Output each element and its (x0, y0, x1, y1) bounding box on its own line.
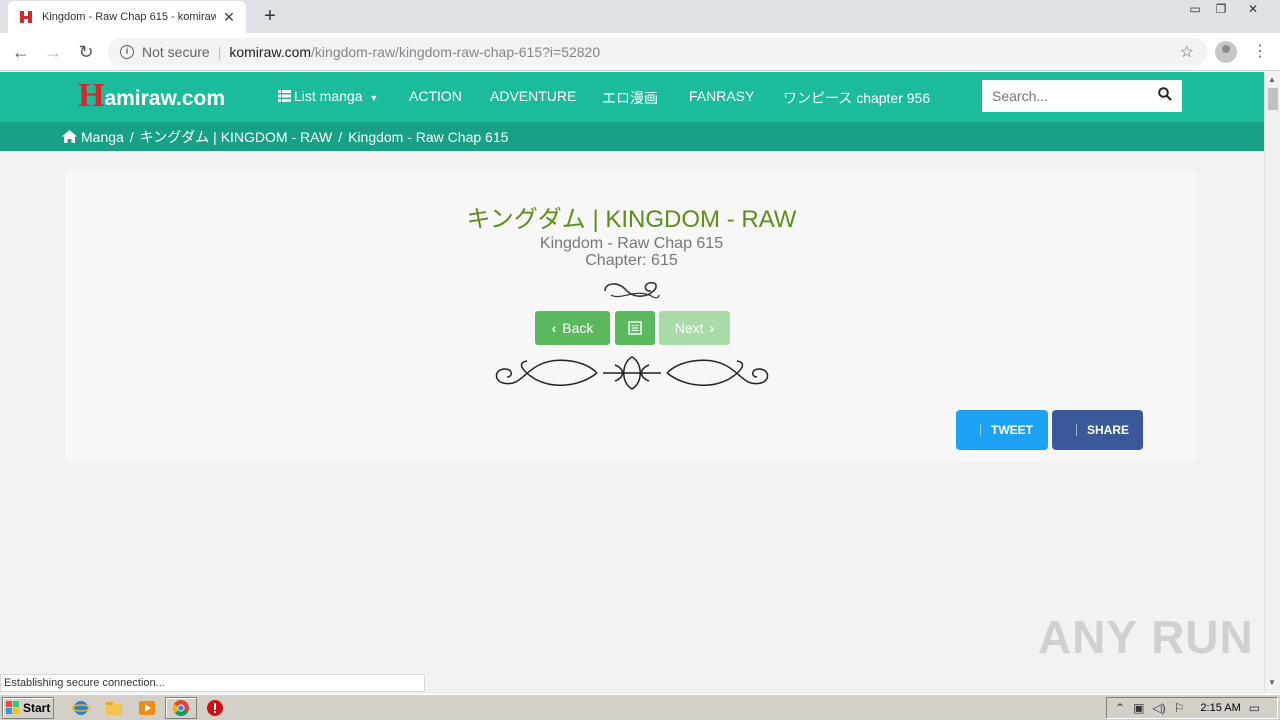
windows-flag-icon (6, 701, 19, 714)
share-divider (1076, 424, 1077, 436)
tweet-button[interactable]: TWEET (956, 410, 1048, 450)
forward-arrow-icon[interactable]: → (42, 41, 64, 63)
profile-avatar-icon[interactable] (1215, 41, 1237, 63)
taskbar-clock[interactable]: 2:15 AM (1200, 702, 1240, 714)
start-label: Start (23, 701, 51, 715)
divider-ornament-icon (495, 356, 769, 390)
menu-ero[interactable]: エロ漫画 (602, 88, 658, 108)
window-close-icon[interactable]: ✕ (1240, 0, 1266, 18)
menu-list-manga-label: List manga (294, 88, 363, 104)
list-alt-icon (628, 321, 642, 335)
breadcrumb-chapter[interactable]: Kingdom - Raw Chap 615 (348, 129, 508, 145)
start-button[interactable]: Start (2, 697, 54, 719)
browser-menu-icon[interactable]: ⋮ (1252, 41, 1268, 63)
scroll-thumb[interactable] (1268, 88, 1278, 110)
anyrun-watermark: ANY RUN (1038, 611, 1254, 663)
browser-toolbar: ← → ↻ i Not secure | komiraw.com/kingdom… (0, 33, 1280, 71)
url-host: komiraw.com (229, 44, 312, 60)
logo-text: amiraw.com (104, 87, 226, 110)
scroll-down-icon[interactable]: ▼ (1268, 678, 1276, 687)
search-icon[interactable] (1158, 87, 1172, 101)
breadcrumb-separator: / (129, 128, 134, 145)
address-bar[interactable]: i Not secure | komiraw.com/kingdom-raw/k… (108, 38, 1208, 66)
breadcrumb-series[interactable]: キングダム | KINGDOM - RAW (140, 127, 332, 147)
tab-close-icon[interactable]: ✕ (222, 9, 236, 26)
search-input[interactable] (992, 88, 1152, 104)
menu-list-manga[interactable]: List manga ▼ (278, 88, 378, 104)
list-icon (278, 90, 291, 102)
chevron-left-icon: ‹ (551, 320, 557, 336)
volume-icon[interactable]: ◁) (1152, 701, 1165, 715)
tray-expand-icon[interactable]: ⌃ (1115, 701, 1125, 715)
menu-adventure[interactable]: ADVENTURE (490, 88, 576, 104)
url-path: /kingdom-raw/kingdom-raw-chap-615?i=5282… (311, 44, 601, 60)
chapter-number: Chapter: 615 (585, 252, 678, 269)
breadcrumb-manga[interactable]: Manga (81, 129, 124, 145)
minimize-icon[interactable]: ▭ (1182, 0, 1208, 18)
menu-onepiece[interactable]: ワンピース chapter 956 (783, 88, 930, 108)
windows-taskbar: Start ⌃ ▣ ◁) ⚐ 2:15 AM ▭ (0, 694, 1280, 720)
chapter-name: Kingdom - Raw Chap 615 (539, 235, 724, 252)
back-arrow-icon[interactable]: ← (10, 41, 32, 63)
chapter-card: キングダム | KINGDOM - RAW Kingdom - Raw Chap… (66, 171, 1197, 461)
chevron-right-icon: › (709, 320, 715, 336)
back-button-label: Back (562, 320, 594, 336)
next-button[interactable]: Next › (659, 311, 730, 345)
browser-status-bubble: Establishing secure connection... (0, 674, 425, 692)
show-desktop-icon[interactable]: ▭ (1249, 701, 1260, 715)
menu-fanrasy[interactable]: FANRASY (689, 88, 754, 104)
reload-icon[interactable]: ↻ (75, 41, 97, 63)
flourish-ornament-icon (604, 281, 660, 299)
page-scrollbar[interactable]: ▲ ▼ (1264, 72, 1280, 692)
site-navbar: H amiraw.com List manga ▼ ACTION ADVENTU… (0, 72, 1264, 122)
file-explorer-icon[interactable] (105, 699, 123, 717)
menu-action[interactable]: ACTION (409, 88, 462, 104)
chrome-taskbar-button[interactable] (165, 697, 197, 719)
new-tab-button[interactable]: + (260, 5, 280, 27)
share-button[interactable]: SHARE (1052, 410, 1143, 450)
system-tray: ⌃ ▣ ◁) ⚐ 2:15 AM ▭ (1106, 697, 1278, 719)
security-label: Not secure (142, 44, 210, 60)
info-icon[interactable]: i (120, 45, 134, 59)
chrome-icon (173, 700, 189, 716)
next-button-label: Next (674, 320, 704, 336)
site-logo[interactable]: H amiraw.com (78, 77, 226, 114)
share-label: SHARE (1087, 423, 1130, 437)
search-box (982, 80, 1182, 112)
logo-letter: H (78, 77, 105, 114)
internet-explorer-icon[interactable] (72, 699, 90, 717)
tweet-label: TWEET (991, 423, 1033, 437)
manga-title: キングダム | KINGDOM - RAW (466, 206, 797, 233)
caret-down-icon: ▼ (369, 93, 379, 103)
breadcrumb: Manga / キングダム | KINGDOM - RAW / Kingdom … (0, 122, 1264, 151)
browser-tabstrip: Kingdom - Raw Chap 615 - komiraw.c ✕ + ▭… (0, 0, 1280, 33)
network-icon[interactable]: ▣ (1133, 701, 1144, 715)
tweet-divider (980, 424, 981, 436)
action-center-flag-icon[interactable]: ⚐ (1174, 701, 1185, 715)
bookmark-star-icon[interactable]: ☆ (1180, 42, 1194, 62)
restore-icon[interactable]: ❐ (1208, 0, 1234, 18)
chapter-list-button[interactable] (615, 311, 655, 345)
media-player-icon[interactable] (138, 699, 156, 717)
browser-tab[interactable]: Kingdom - Raw Chap 615 - komiraw.c ✕ (8, 1, 246, 33)
scroll-up-icon[interactable]: ▲ (1268, 75, 1276, 84)
home-icon[interactable] (62, 130, 77, 143)
site-favicon-icon (20, 11, 32, 23)
omnibox-separator: | (217, 44, 222, 60)
tab-title: Kingdom - Raw Chap 615 - komiraw.c (42, 11, 216, 23)
stop-app-icon[interactable] (206, 699, 224, 717)
back-button[interactable]: ‹ Back (535, 311, 610, 345)
breadcrumb-separator: / (338, 128, 343, 145)
